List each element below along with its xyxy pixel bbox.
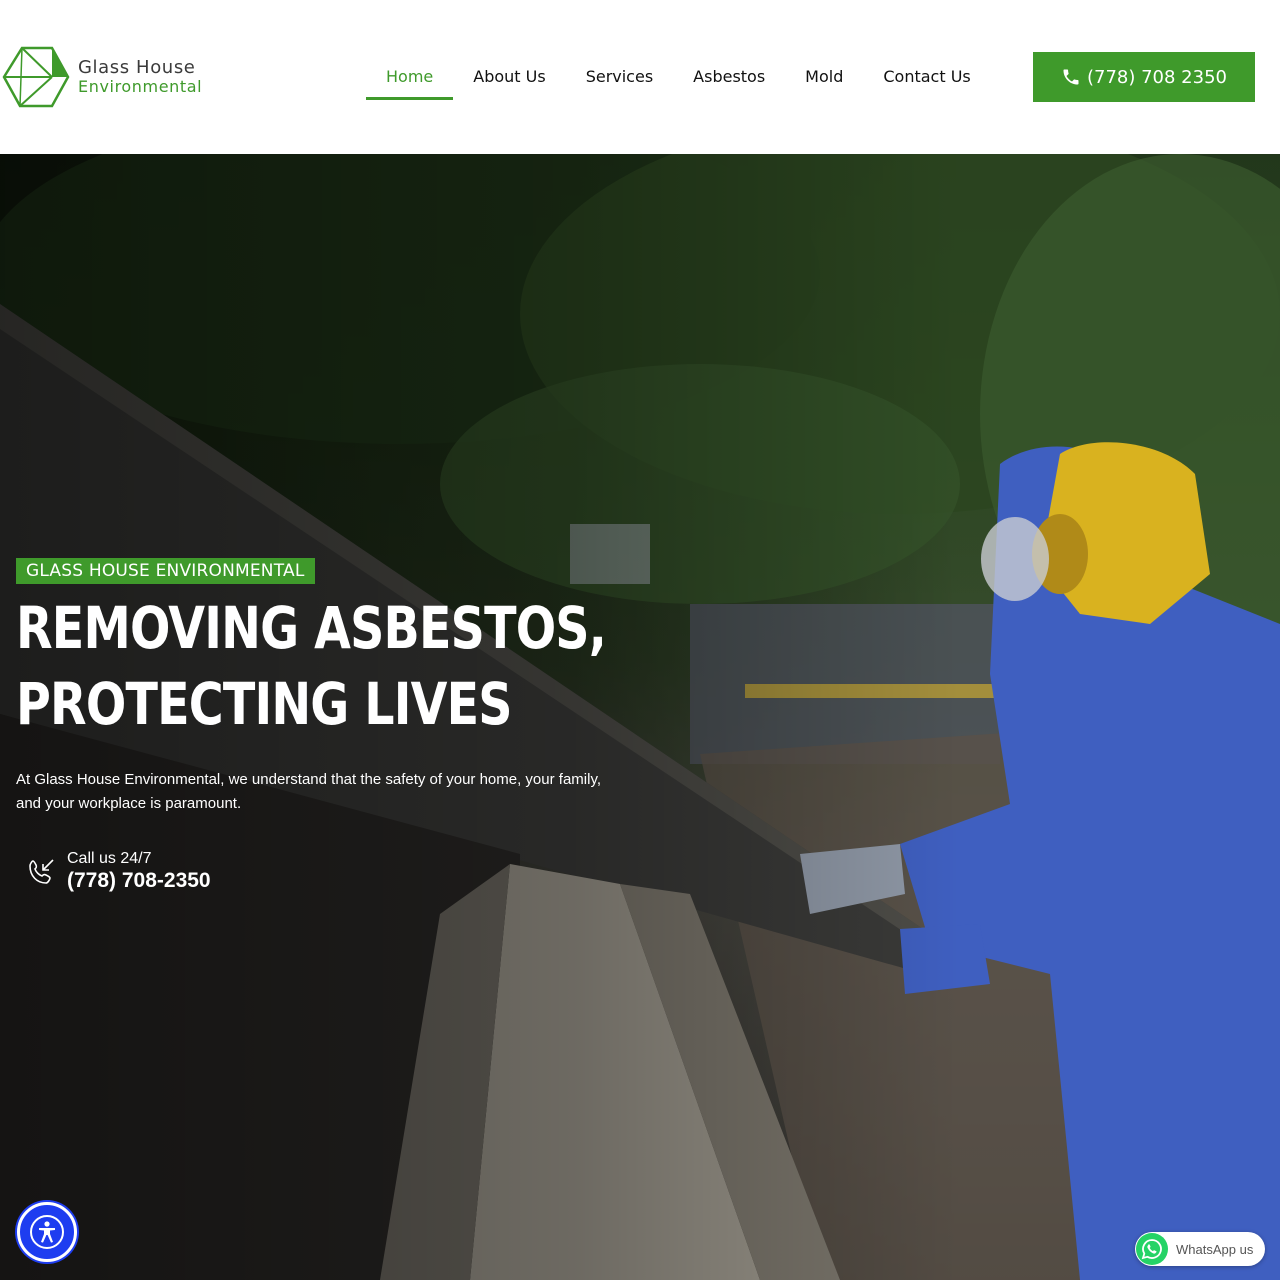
phone-icon (1063, 69, 1079, 85)
glass-house-logo-icon (2, 46, 70, 108)
hero-tag: GLASS HOUSE ENVIRONMENTAL (16, 558, 315, 584)
nav-asbestos[interactable]: Asbestos (673, 52, 785, 100)
header-call-label: (778) 708 2350 (1086, 66, 1227, 88)
hero-headline-line-2: PROTECTING LIVES (16, 670, 513, 738)
whatsapp-icon (1136, 1233, 1168, 1265)
hero-intro-text: At Glass House Environmental, we underst… (16, 771, 602, 812)
nav-mold[interactable]: Mold (785, 52, 863, 100)
hero-call-text: Call us 24/7 (778) 708-2350 (67, 850, 211, 894)
hero-headline-line-1: REMOVING ASBESTOS, (16, 594, 607, 662)
whatsapp-label: WhatsApp us (1176, 1241, 1254, 1257)
hero-section: GLASS HOUSE ENVIRONMENTAL REMOVING ASBES… (0, 154, 1280, 1280)
hero-call-number: (778) 708-2350 (67, 869, 211, 892)
accessibility-button[interactable] (17, 1202, 77, 1262)
nav-about-us[interactable]: About Us (453, 52, 565, 100)
phone-incoming-icon (29, 859, 54, 884)
site-header: Glass House Environmental Home About Us … (0, 0, 1280, 154)
site-logo[interactable]: Glass House Environmental (2, 46, 222, 108)
logo-line-1: Glass House (78, 57, 196, 78)
main-nav: Home About Us Services Asbestos Mold Con… (366, 52, 991, 100)
hero-headline: REMOVING ASBESTOS, PROTECTING LIVES (16, 590, 607, 742)
accessibility-icon (30, 1215, 64, 1249)
logo-line-2: Environmental (78, 77, 203, 96)
whatsapp-button[interactable]: WhatsApp us (1135, 1232, 1265, 1266)
hero-call-label: Call us 24/7 (67, 850, 152, 867)
nav-services[interactable]: Services (566, 52, 673, 100)
nav-contact-us[interactable]: Contact Us (863, 52, 990, 100)
hero-call-link[interactable]: Call us 24/7 (778) 708-2350 (24, 850, 211, 894)
logo-wordmark: Glass House Environmental (78, 59, 202, 95)
nav-home[interactable]: Home (366, 52, 454, 100)
header-call-button[interactable]: (778) 708 2350 (1033, 52, 1255, 102)
